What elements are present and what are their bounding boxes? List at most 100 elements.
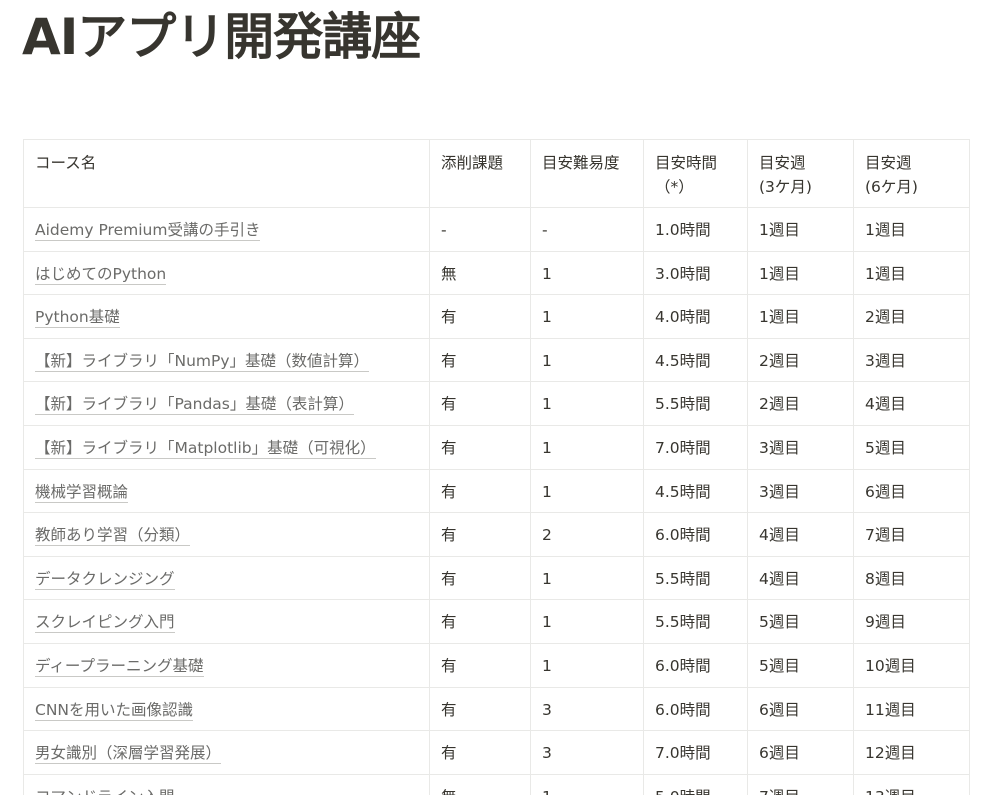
cell-value: 6.0時間	[655, 526, 711, 545]
cell-difficulty: 1	[530, 250, 644, 296]
cell-week-3months: 4週目	[747, 555, 854, 601]
course-link[interactable]: 【新】ライブラリ「Matplotlib」基礎（可視化）	[35, 438, 376, 459]
cell-value: 6週目	[759, 744, 800, 763]
cell-value: 4週目	[865, 395, 906, 414]
cell-value: 1	[542, 351, 552, 370]
header-label: 目安週	[865, 154, 912, 172]
cell-week-6months: 5週目	[853, 424, 970, 470]
table-row: 教師あり学習（分類） 有 2 6.0時間 4週目 7週目	[23, 512, 970, 557]
course-link[interactable]: CNNを用いた画像認識	[35, 700, 194, 721]
cell-course-name: CNNを用いた画像認識	[23, 686, 430, 732]
cell-week-6months: 1週目	[853, 250, 970, 296]
cell-assignment: 有	[429, 381, 531, 426]
table-row: Python基礎 有 1 4.0時間 1週目 2週目	[23, 294, 970, 339]
cell-week-6months: 2週目	[853, 294, 970, 339]
cell-value: 有	[441, 656, 457, 675]
header-row: コース名 添削課題 目安難易度 目安時間 （*） 目安週 (3ケ月) 目安週 (6ケ月…	[23, 139, 970, 208]
header-course-name: コース名	[23, 139, 430, 208]
cell-value: 4.0時間	[655, 308, 711, 327]
cell-week-6months: 10週目	[853, 642, 970, 688]
cell-hours: 4.0時間	[643, 294, 748, 339]
cell-difficulty: -	[530, 207, 644, 252]
cell-course-name: 【新】ライブラリ「Pandas」基礎（表計算）	[23, 381, 430, 426]
cell-value: 6.0時間	[655, 700, 711, 719]
course-link[interactable]: コマンドライン入門	[35, 787, 175, 795]
cell-value: -	[441, 221, 447, 239]
table-row: 男女識別（深層学習発展） 有 3 7.0時間 6週目 12週目	[23, 730, 970, 775]
course-table: コース名 添削課題 目安難易度 目安時間 （*） 目安週 (3ケ月) 目安週 (6ケ月…	[23, 139, 970, 795]
cell-assignment: 無	[429, 773, 531, 795]
header-label: 目安週	[759, 154, 806, 172]
cell-week-6months: 4週目	[853, 381, 970, 426]
cell-value: 1	[542, 482, 552, 501]
cell-value: 10週目	[865, 656, 916, 675]
cell-value: 4週目	[759, 526, 800, 545]
header-sublabel: (6ケ月)	[865, 178, 918, 196]
cell-value: 有	[441, 569, 457, 588]
cell-value: 12週目	[865, 744, 916, 763]
cell-value: 5週目	[759, 613, 800, 632]
cell-assignment: 有	[429, 468, 531, 514]
cell-value: 有	[441, 395, 457, 414]
cell-value: 6.0時間	[655, 656, 711, 675]
cell-difficulty: 2	[530, 512, 644, 557]
cell-hours: 7.0時間	[643, 424, 748, 470]
cell-hours: 5.5時間	[643, 381, 748, 426]
cell-hours: 4.5時間	[643, 337, 748, 383]
cell-value: 1	[542, 569, 552, 588]
course-link[interactable]: 【新】ライブラリ「Pandas」基礎（表計算）	[35, 395, 354, 416]
cell-course-name: 【新】ライブラリ「NumPy」基礎（数値計算）	[23, 337, 430, 383]
cell-assignment: 有	[429, 686, 531, 732]
cell-week-3months: 5週目	[747, 599, 854, 644]
cell-hours: 6.0時間	[643, 642, 748, 688]
cell-assignment: 無	[429, 250, 531, 296]
cell-value: 1	[542, 656, 552, 675]
cell-value: 1週目	[865, 221, 906, 239]
cell-value: 有	[441, 351, 457, 370]
cell-value: 有	[441, 613, 457, 632]
cell-course-name: 教師あり学習（分類）	[23, 512, 430, 557]
cell-value: 2週目	[759, 395, 800, 414]
cell-hours: 4.5時間	[643, 468, 748, 514]
course-link[interactable]: 機械学習概論	[35, 482, 129, 503]
cell-value: 7.0時間	[655, 438, 711, 457]
cell-value: 11週目	[865, 700, 916, 719]
header-sublabel: （*）	[655, 178, 694, 196]
cell-hours: 6.0時間	[643, 686, 748, 732]
cell-course-name: ディープラーニング基礎	[23, 642, 430, 688]
cell-value: 6週目	[865, 482, 906, 501]
header-hours: 目安時間 （*）	[643, 139, 748, 208]
course-link[interactable]: 男女識別（深層学習発展）	[35, 744, 222, 765]
cell-value: -	[542, 221, 548, 239]
cell-assignment: -	[429, 207, 531, 252]
cell-week-3months: 1週目	[747, 207, 854, 252]
cell-value: 2週目	[865, 308, 906, 327]
course-link[interactable]: 【新】ライブラリ「NumPy」基礎（数値計算）	[35, 351, 370, 372]
header-label: 目安難易度	[542, 154, 620, 172]
cell-week-6months: 6週目	[853, 468, 970, 514]
cell-value: 無	[441, 264, 457, 283]
cell-hours: 5.0時間	[643, 773, 748, 795]
cell-value: 1	[542, 438, 552, 457]
course-link[interactable]: はじめてのPython	[35, 264, 167, 285]
table-row: 【新】ライブラリ「Pandas」基礎（表計算） 有 1 5.5時間 2週目 4週目	[23, 381, 970, 426]
cell-value: 1	[542, 613, 552, 632]
cell-value: 9週目	[865, 613, 906, 632]
cell-value: 3	[542, 744, 552, 763]
course-link[interactable]: 教師あり学習（分類）	[35, 526, 191, 547]
cell-week-3months: 4週目	[747, 512, 854, 557]
cell-week-3months: 7週目	[747, 773, 854, 795]
cell-value: 有	[441, 308, 457, 327]
cell-value: 4週目	[759, 569, 800, 588]
table-row: CNNを用いた画像認識 有 3 6.0時間 6週目 11週目	[23, 686, 970, 732]
cell-course-name: 男女識別（深層学習発展）	[23, 730, 430, 775]
header-difficulty: 目安難易度	[530, 139, 644, 208]
cell-course-name: コマンドライン入門	[23, 773, 430, 795]
course-link[interactable]: Python基礎	[35, 308, 120, 329]
course-link[interactable]: Aidemy Premium受講の手引き	[35, 221, 261, 241]
course-link[interactable]: ディープラーニング基礎	[35, 656, 204, 677]
course-link[interactable]: データクレンジング	[35, 569, 175, 590]
course-link[interactable]: スクレイピング入門	[35, 613, 175, 634]
cell-value: 6週目	[759, 700, 800, 719]
cell-value: 有	[441, 526, 457, 545]
